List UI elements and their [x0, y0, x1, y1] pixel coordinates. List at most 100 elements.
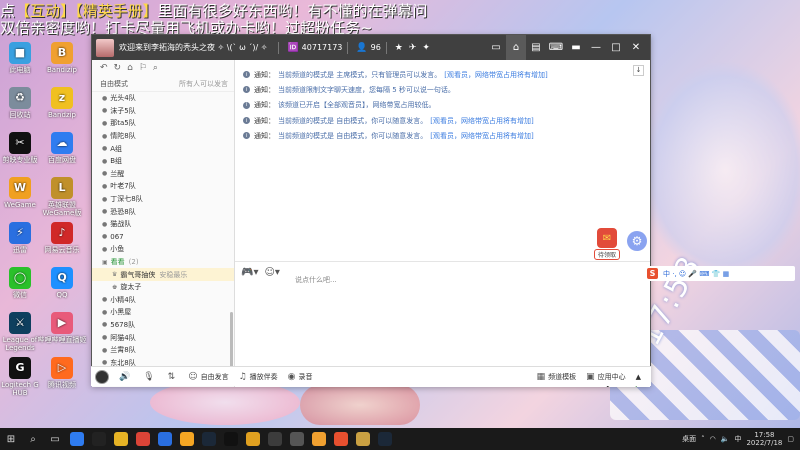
- channel-item[interactable]: ● 丁深七8队: [92, 193, 234, 206]
- game-icon[interactable]: ⌨: [546, 35, 566, 60]
- member-item[interactable]: ♚ 旋太子: [92, 281, 234, 294]
- settings-icon[interactable]: ⚙: [627, 231, 647, 251]
- channel-item[interactable]: ● B组: [92, 155, 234, 168]
- channel-item[interactable]: ● 恐恐8队: [92, 205, 234, 218]
- channel-item[interactable]: ● 小精4队: [92, 294, 234, 307]
- star-icon[interactable]: ★: [395, 43, 403, 53]
- chat-input[interactable]: 说点什么吧...: [241, 272, 640, 372]
- taskbar-app-button[interactable]: [309, 428, 329, 450]
- yy-voice-window[interactable]: 欢迎来到李拓海的秃头之夜 ✧ \(ˋ ω ˊ)/ ✧ 🆔 40717173 👤 …: [91, 34, 651, 388]
- taskbar-app-button[interactable]: [287, 428, 307, 450]
- ime-toolbar[interactable]: S 中 ·, ☺ 🎤 ⌨ 👕 ▦: [645, 266, 795, 281]
- app-icon: ◯: [9, 267, 31, 289]
- taskbar-clock[interactable]: 17:58 2022/7/18: [746, 431, 782, 447]
- start-button[interactable]: ⊞: [1, 428, 21, 450]
- search-icon[interactable]: ⌕: [153, 63, 158, 73]
- more-icon[interactable]: ✦: [422, 43, 430, 53]
- plane-icon[interactable]: ✈: [409, 43, 417, 53]
- channel-item[interactable]: ● 兰霄8队: [92, 344, 234, 357]
- app-center-button[interactable]: ▣ 应用中心: [586, 372, 626, 382]
- taskbar-app-button[interactable]: [243, 428, 263, 450]
- desktop-icon[interactable]: Q QQ: [36, 267, 88, 299]
- channel-item[interactable]: ● 兰醒: [92, 168, 234, 181]
- taskbar-app-button[interactable]: [221, 428, 241, 450]
- member-item[interactable]: ♛ 霸气哥抽侠 安稳最乐: [92, 268, 234, 281]
- desktop-icon[interactable]: B Bandizip: [36, 42, 88, 74]
- accompaniment-button[interactable]: ♫ 播放伴奏: [239, 372, 278, 382]
- channel-item[interactable]: ● 5678队: [92, 319, 234, 332]
- channel-item[interactable]: ● 那ta5队: [92, 117, 234, 130]
- close-button[interactable]: ✕: [626, 35, 646, 60]
- channel-item[interactable]: ● 小黑屋: [92, 306, 234, 319]
- channel-item[interactable]: ● 沫子5队: [92, 105, 234, 118]
- volume-icon[interactable]: 🔈: [721, 435, 730, 443]
- app-icon: [246, 432, 260, 446]
- taskbar-app-button[interactable]: [155, 428, 175, 450]
- video-icon[interactable]: ▭: [486, 35, 506, 60]
- message-link[interactable]: [观看员，网络带宽占用将有增加]: [430, 116, 533, 126]
- chevron-up-icon[interactable]: ˄: [701, 435, 705, 443]
- gift-button[interactable]: ✉ 待领取: [594, 228, 620, 260]
- refresh-icon[interactable]: ↻: [114, 63, 122, 73]
- sogou-icon[interactable]: S: [647, 268, 658, 279]
- expand-icon[interactable]: ▲: [636, 373, 641, 381]
- network-icon[interactable]: ◠: [710, 435, 716, 443]
- taskbar-app-button[interactable]: [265, 428, 285, 450]
- channel-item[interactable]: ● 阿猫4队: [92, 331, 234, 344]
- message-link[interactable]: [观看员，网络带宽占用将有增加]: [444, 70, 547, 80]
- home-small-icon[interactable]: ⌂: [127, 63, 133, 73]
- channel-item[interactable]: ● 光头4队: [92, 92, 234, 105]
- home-icon[interactable]: ⌂: [506, 35, 526, 60]
- taskbar-app-button[interactable]: [331, 428, 351, 450]
- desktop-icon[interactable]: ♪ 网易云音乐: [36, 222, 88, 254]
- channel-item[interactable]: ● A组: [92, 142, 234, 155]
- channel-tree[interactable]: ● 光头4队 ● 沫子5队 ● 那ta5队 ● 情陀8队 ● A组 ● B组 ● 兰醒 ● 叶老7队 ● 丁深七8…: [92, 92, 234, 382]
- minimize-button[interactable]: —: [586, 35, 606, 60]
- mode-dropdown[interactable]: 自由模式: [100, 79, 128, 89]
- desktop-label[interactable]: 桌面: [682, 434, 696, 444]
- desktop-icon[interactable]: ☁ 百度网盘: [36, 132, 88, 164]
- channel-item[interactable]: ● 猫战队: [92, 218, 234, 231]
- channel-item[interactable]: ▣ 看看 (2): [92, 256, 234, 269]
- channel-avatar[interactable]: [96, 38, 114, 57]
- gift-icon: ✉: [597, 228, 617, 248]
- taskbar-app-button[interactable]: [199, 428, 219, 450]
- free-speak-button[interactable]: ☺ 自由发言: [188, 372, 228, 382]
- scroll-down-button[interactable]: ↓: [633, 65, 644, 76]
- layout-icon[interactable]: ▤: [526, 35, 546, 60]
- taskbar-app-button[interactable]: [177, 428, 197, 450]
- user-avatar[interactable]: [95, 369, 109, 384]
- adjust-icon[interactable]: ⇅: [168, 372, 179, 382]
- channel-item[interactable]: ● 情陀8队: [92, 130, 234, 143]
- speaker-icon[interactable]: 🔊: [119, 372, 133, 382]
- ime-indicator[interactable]: 中: [734, 434, 741, 444]
- task-view-icon[interactable]: ▭: [45, 428, 65, 450]
- channel-item[interactable]: ● 小鱼: [92, 243, 234, 256]
- record-button[interactable]: ◉ 录音: [288, 372, 313, 382]
- channel-template-button[interactable]: ▦ 频道模板: [537, 372, 577, 382]
- system-message: i 通知： 当前频道的模式是 自由模式，你可以随意发言。 [观看员，网络带宽占用将有增…: [243, 128, 638, 143]
- taskbar-app-button[interactable]: [133, 428, 153, 450]
- mic-icon[interactable]: 🎙: [143, 372, 157, 382]
- desktop-icon[interactable]: ▷ 腾讯视频: [36, 357, 88, 389]
- flag-icon[interactable]: ⚐: [139, 63, 147, 73]
- skin-icon[interactable]: ▬: [566, 35, 586, 60]
- info-icon: i: [243, 86, 250, 94]
- taskbar-app-button[interactable]: [353, 428, 373, 450]
- back-icon[interactable]: ↶: [100, 63, 108, 73]
- taskbar-app-button[interactable]: [89, 428, 109, 450]
- notification-icon[interactable]: ▢: [787, 435, 794, 443]
- desktop-icon[interactable]: z Bandzip: [36, 87, 88, 119]
- title-bar[interactable]: 欢迎来到李拓海的秃头之夜 ✧ \(ˋ ω ˊ)/ ✧ 🆔 40717173 👤 …: [92, 35, 650, 60]
- taskbar-app-button[interactable]: [375, 428, 395, 450]
- channel-item[interactable]: ● 叶老7队: [92, 180, 234, 193]
- taskbar-app-button[interactable]: [67, 428, 87, 450]
- channel-item[interactable]: ● 067: [92, 231, 234, 244]
- desktop-icon[interactable]: L 英雄联盟WeGame版: [36, 177, 88, 217]
- channel-sidebar[interactable]: ↶ ↻ ⌂ ⚐ ⌕ 自由模式 所有人可以发言 ● 光头4队 ● 沫子5队 ● 那ta5队 ●…: [92, 60, 235, 387]
- desktop-icon[interactable]: ▶ 哔哩哔哩直播姬: [36, 312, 88, 344]
- message-link[interactable]: [观看员，网络带宽占用将有增加]: [430, 131, 533, 141]
- maximize-button[interactable]: □: [606, 35, 626, 60]
- taskbar-app-button[interactable]: [111, 428, 131, 450]
- search-icon[interactable]: ⌕: [23, 428, 43, 450]
